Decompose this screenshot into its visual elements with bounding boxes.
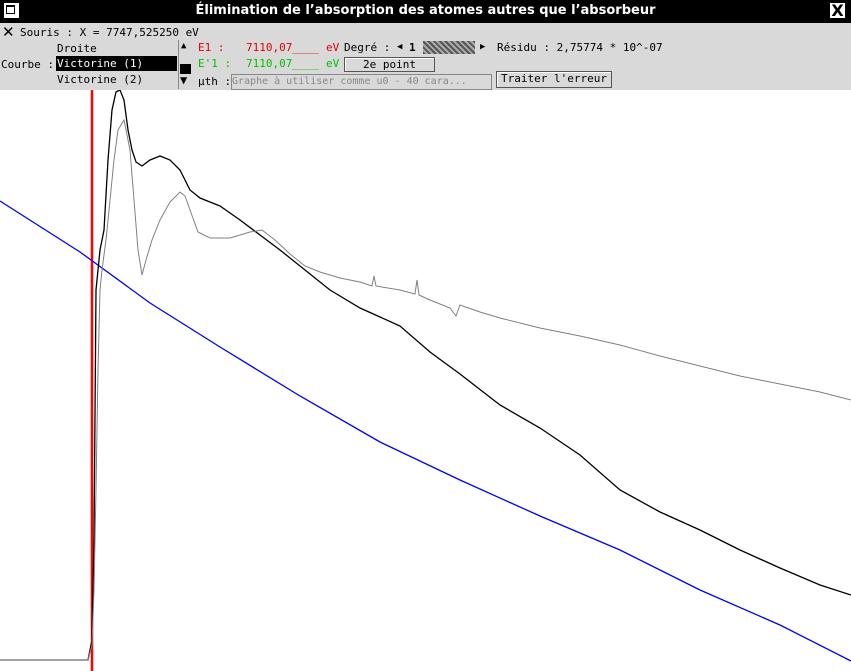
- uth-label: μth :: [198, 75, 232, 88]
- second-point-button[interactable]: 2e point: [344, 57, 435, 72]
- e1-prime-value[interactable]: 7110,07____: [246, 57, 319, 70]
- slider-thumb[interactable]: [423, 41, 475, 54]
- e1-prime-label: E'1 :: [198, 57, 232, 70]
- window-title: Élimination de l’absorption des atomes a…: [195, 3, 656, 18]
- e1-unit: eV: [326, 41, 340, 54]
- e1-label: E1 :: [198, 41, 225, 54]
- residu-label: Résidu : 2,75774 * 10^-07: [497, 41, 663, 54]
- degre-value: 1: [409, 41, 416, 54]
- degre-label: Degré :: [344, 41, 391, 54]
- close-icon[interactable]: ✕: [2, 25, 15, 40]
- mouse-position-label: Souris : X = 7747,525250 eV: [20, 26, 199, 39]
- e1-value[interactable]: 7110,07____: [246, 41, 319, 54]
- baseline-curve: [0, 200, 851, 662]
- scroll-up-icon[interactable]: ▲: [181, 41, 186, 51]
- absorption-curve-2: [0, 118, 851, 661]
- degre-slider[interactable]: ◀ 1 ▶: [395, 40, 491, 55]
- close-window-icon[interactable]: X: [830, 3, 845, 19]
- curve-label: Courbe :: [1, 58, 54, 71]
- absorption-curve-1: [0, 90, 851, 661]
- curve-list-scrollbar[interactable]: ▲ ▼: [178, 40, 193, 89]
- spectrum-plot[interactable]: [0, 90, 851, 671]
- traiter-erreur-button[interactable]: Traiter l'erreur: [496, 71, 612, 88]
- list-item-victorine-1[interactable]: Victorine (1): [56, 56, 177, 71]
- scroll-down-icon[interactable]: ▼: [180, 73, 187, 87]
- uth-input[interactable]: Graphe à utiliser comme u0 - 40 cara...: [231, 74, 492, 90]
- list-item-droite[interactable]: Droite: [56, 41, 177, 56]
- e1-prime-unit: eV: [326, 57, 340, 70]
- list-item-victorine-2[interactable]: Victorine (2): [56, 72, 177, 87]
- curve-listbox[interactable]: Droite Victorine (1) Victorine (2): [54, 40, 178, 88]
- title-bar: Élimination de l’absorption des atomes a…: [0, 0, 851, 23]
- slider-left-icon[interactable]: ◀: [397, 42, 402, 52]
- slider-right-icon[interactable]: ▶: [480, 42, 485, 52]
